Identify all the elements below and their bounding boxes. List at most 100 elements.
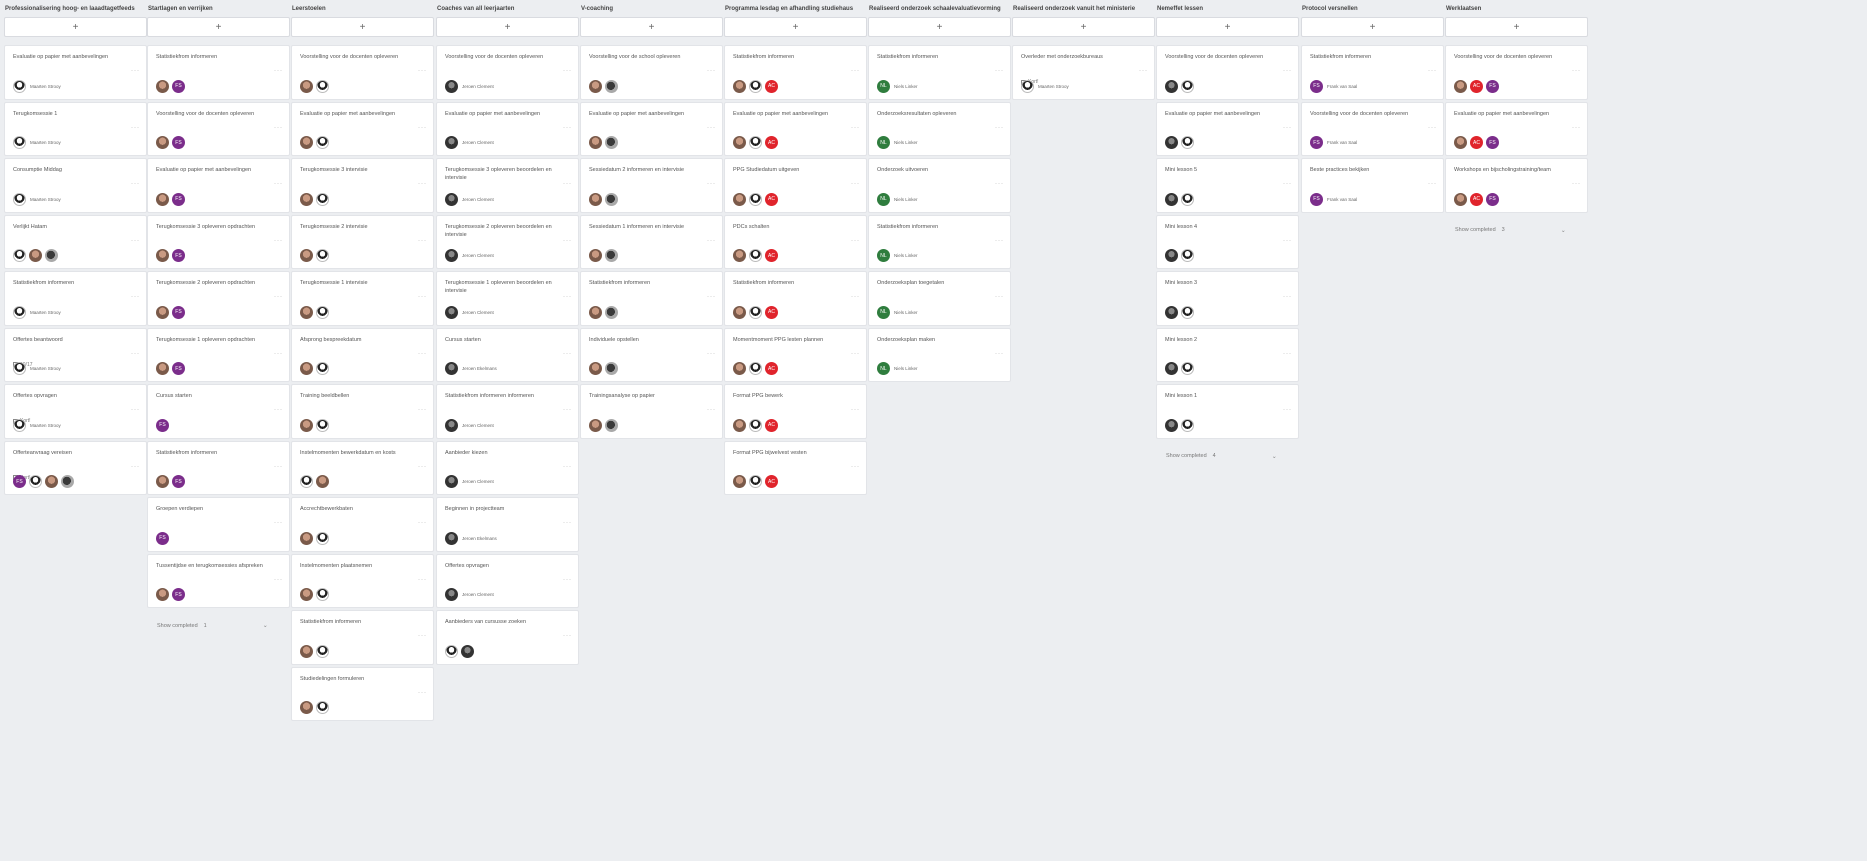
task-card[interactable]: Voorstelling voor de docenten opleveren ·…: [1156, 45, 1299, 100]
task-card[interactable]: Mini lesson 5 ···: [1156, 158, 1299, 213]
avatar[interactable]: [61, 475, 74, 488]
avatar[interactable]: [1165, 249, 1178, 262]
column-title[interactable]: Leerstoelen: [289, 4, 436, 14]
avatar[interactable]: [1181, 305, 1194, 319]
avatar[interactable]: [589, 79, 602, 93]
more-options-icon[interactable]: ···: [274, 68, 283, 74]
more-options-icon[interactable]: ···: [1283, 68, 1292, 74]
avatar[interactable]: AC: [765, 136, 778, 149]
avatar[interactable]: [156, 79, 169, 93]
task-card[interactable]: Terugkomsessie 1 opleveren opdrachten ···…: [147, 327, 290, 382]
avatar[interactable]: [445, 588, 458, 601]
avatar[interactable]: [589, 192, 602, 206]
column-title[interactable]: Werklaatsen: [1443, 4, 1590, 14]
more-options-icon[interactable]: ···: [707, 294, 716, 300]
more-options-icon[interactable]: ···: [131, 464, 140, 470]
more-options-icon[interactable]: ···: [1428, 68, 1437, 74]
avatar[interactable]: [1181, 362, 1194, 375]
avatar[interactable]: [300, 136, 313, 149]
avatar[interactable]: [300, 475, 313, 488]
add-task-button[interactable]: +: [436, 17, 579, 37]
avatar[interactable]: [1181, 249, 1194, 262]
avatar[interactable]: [156, 305, 169, 319]
avatar[interactable]: FS: [172, 136, 185, 149]
more-options-icon[interactable]: ···: [563, 181, 572, 187]
task-card[interactable]: Aanbieders van cursusse zoeken ···: [436, 610, 579, 665]
task-card[interactable]: PPG Studiedatum uitgeven ··· AC: [724, 158, 867, 213]
task-card[interactable]: Afsprong bespreekdatum ···: [291, 327, 434, 382]
task-card[interactable]: Statistiekfrom informeren ··· FS: [147, 440, 290, 495]
more-options-icon[interactable]: ···: [418, 577, 427, 583]
avatar[interactable]: [733, 136, 746, 149]
avatar[interactable]: NL: [877, 136, 890, 149]
task-card[interactable]: Mini lesson 4 ···: [1156, 214, 1299, 269]
avatar[interactable]: [45, 475, 58, 488]
task-card[interactable]: Format PPG bewerk ··· AC: [724, 384, 867, 439]
task-card[interactable]: Mini lesson 3 ···: [1156, 271, 1299, 326]
avatar[interactable]: FS: [1486, 79, 1499, 93]
avatar[interactable]: [13, 136, 26, 149]
more-options-icon[interactable]: ···: [1283, 294, 1292, 300]
avatar[interactable]: [1165, 192, 1178, 206]
task-card[interactable]: Evaluatie op papier met aanbevelingen ···: [291, 101, 434, 156]
add-task-button[interactable]: +: [1012, 17, 1155, 37]
avatar[interactable]: NL: [877, 79, 890, 93]
show-completed-toggle[interactable]: Show completed 3 ⌄: [1455, 227, 1566, 234]
more-options-icon[interactable]: ···: [563, 577, 572, 583]
task-card[interactable]: Instelmomenten plaatsnemen ···: [291, 553, 434, 608]
avatar[interactable]: [13, 249, 26, 262]
task-card[interactable]: Training beeldbellen ···: [291, 384, 434, 439]
more-options-icon[interactable]: ···: [563, 294, 572, 300]
add-task-button[interactable]: +: [1301, 17, 1444, 37]
more-options-icon[interactable]: ···: [131, 294, 140, 300]
task-card[interactable]: Statistiekfrom informeren ··· AC: [724, 45, 867, 100]
avatar[interactable]: AC: [765, 418, 778, 432]
task-card[interactable]: Voorstelling voor de school opleveren ···: [580, 45, 723, 100]
avatar[interactable]: [13, 305, 26, 319]
avatar[interactable]: AC: [765, 79, 778, 93]
avatar[interactable]: [316, 588, 329, 601]
avatar[interactable]: [749, 192, 762, 206]
more-options-icon[interactable]: ···: [274, 294, 283, 300]
avatar[interactable]: [749, 475, 762, 488]
task-card[interactable]: Workshops en bijscholingstraining/team ··…: [1445, 158, 1588, 213]
avatar[interactable]: [300, 305, 313, 319]
more-options-icon[interactable]: ···: [1283, 407, 1292, 413]
avatar[interactable]: [1165, 305, 1178, 319]
task-card[interactable]: Onderzoeksresultaten opleveren ··· NL Niels…: [868, 101, 1011, 156]
avatar[interactable]: [733, 475, 746, 488]
task-card[interactable]: Evaluatie op papier met aanbevelingen ···…: [1445, 101, 1588, 156]
column-title[interactable]: Startlagen en verrijken: [145, 4, 292, 14]
task-card[interactable]: Offertes opvragen ··· Jeroen Clement: [436, 553, 579, 608]
avatar[interactable]: [316, 192, 329, 206]
avatar[interactable]: [316, 136, 329, 149]
task-card[interactable]: Cursus starten ··· Jeroen Ekelmans: [436, 327, 579, 382]
more-options-icon[interactable]: ···: [851, 125, 860, 131]
task-card[interactable]: Evaluatie op papier met aanbevelingen ···…: [724, 101, 867, 156]
task-card[interactable]: Terugkomsessie 2 opleveren beoordelen en…: [436, 214, 579, 269]
avatar[interactable]: [1021, 79, 1034, 93]
avatar[interactable]: FS: [1310, 79, 1323, 93]
avatar[interactable]: [300, 644, 313, 658]
more-options-icon[interactable]: ···: [707, 181, 716, 187]
avatar[interactable]: [605, 305, 618, 319]
avatar[interactable]: [316, 362, 329, 375]
avatar[interactable]: [589, 305, 602, 319]
avatar[interactable]: NL: [877, 249, 890, 262]
task-card[interactable]: Mini lesson 1 ···: [1156, 384, 1299, 439]
task-card[interactable]: Aanbieder kiezen ··· Jeroen Clement: [436, 440, 579, 495]
more-options-icon[interactable]: ···: [563, 238, 572, 244]
more-options-icon[interactable]: ···: [1572, 68, 1581, 74]
avatar[interactable]: [461, 644, 474, 658]
avatar[interactable]: [589, 136, 602, 149]
more-options-icon[interactable]: ···: [418, 690, 427, 696]
task-card[interactable]: Overleder met onderzoekbureaus ··· Kort! Ma…: [1012, 45, 1155, 100]
column-title[interactable]: Protocol versnellen: [1299, 4, 1446, 14]
task-card[interactable]: Cursus starten ··· FS: [147, 384, 290, 439]
task-card[interactable]: Voorstelling voor de docenten opleveren ·…: [147, 101, 290, 156]
avatar[interactable]: [316, 249, 329, 262]
task-card[interactable]: Onderzoeksplan maken ··· NL Niels Linker: [868, 327, 1011, 382]
avatar[interactable]: [13, 362, 26, 375]
task-card[interactable]: Evaluatie op papier met aanbevelingen ···: [580, 101, 723, 156]
avatar[interactable]: [316, 531, 329, 545]
